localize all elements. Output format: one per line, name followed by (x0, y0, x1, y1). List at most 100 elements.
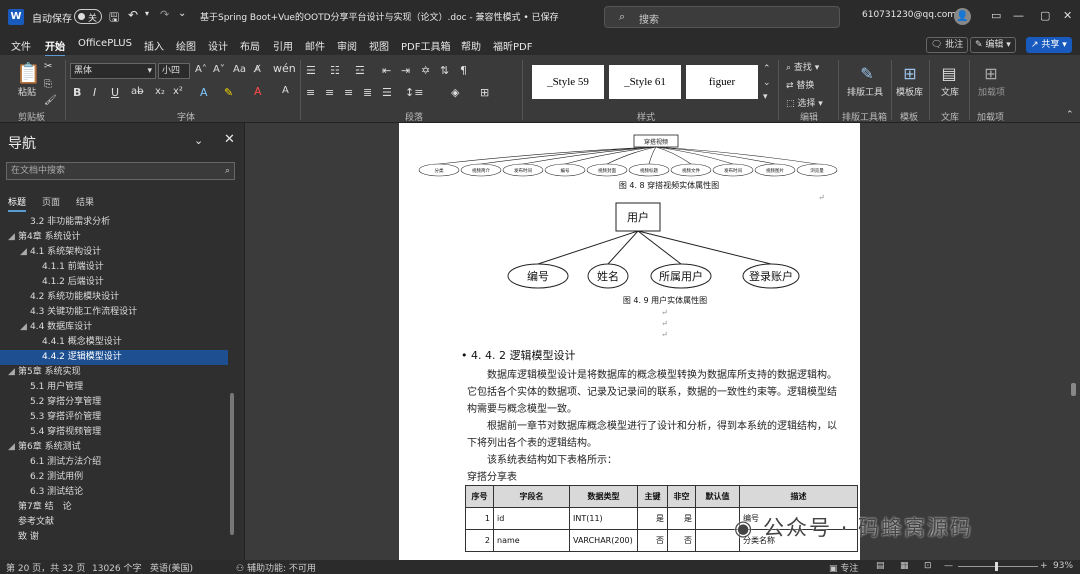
redo-icon[interactable]: ↷ (160, 8, 169, 21)
search-box[interactable]: ⌕ 搜索 (604, 6, 840, 28)
nav-outline-item[interactable]: 4.1.1 前端设计 (0, 260, 228, 275)
collapse-triangle-icon[interactable]: ◢ (8, 440, 18, 455)
tab-pdf-toolbox[interactable]: PDF工具箱 (401, 38, 450, 53)
word-count[interactable]: 13026 个字 (92, 561, 142, 574)
sort-icon[interactable]: ⇅ (440, 64, 449, 77)
nav-outline-item[interactable]: 5.2 穿搭分享管理 (0, 395, 228, 410)
show-marks-icon[interactable]: ¶ (460, 64, 467, 77)
nav-outline-item[interactable]: 6.2 测试用例 (0, 470, 228, 485)
library-button[interactable]: 文库 (941, 85, 959, 98)
zoom-slider-thumb[interactable] (995, 562, 998, 571)
numbering-icon[interactable]: ☷ (330, 64, 340, 77)
autosave-toggle[interactable]: 关 (74, 9, 102, 24)
cut-icon[interactable]: ✂ (44, 61, 52, 72)
focus-button[interactable]: ▣ 专注 (829, 561, 858, 574)
minimize-icon[interactable]: — (1013, 9, 1024, 22)
tab-insert[interactable]: 插入 (144, 38, 164, 53)
close-icon[interactable]: ✕ (224, 132, 235, 147)
tab-view[interactable]: 视图 (369, 38, 389, 53)
font-size-combo[interactable]: 小四 (158, 63, 190, 79)
nav-outline-item[interactable]: 4.2 系统功能模块设计 (0, 290, 228, 305)
tab-home[interactable]: 开始 (45, 38, 65, 57)
replace-button[interactable]: ⇄ 替换 (786, 78, 814, 91)
subscript-icon[interactable]: x₂ (155, 86, 165, 97)
template-library-icon[interactable]: ⊞ (899, 64, 921, 84)
template-library-button[interactable]: 模板库 (896, 85, 923, 98)
underline-icon[interactable]: U (111, 86, 119, 99)
nav-search-input[interactable]: 在文档中搜索 ⌕ (6, 162, 235, 180)
nav-outline-item[interactable]: 参考文献 (0, 515, 228, 530)
style-item-61[interactable]: _Style 61 (609, 65, 681, 99)
grow-font-icon[interactable]: A˄ (195, 64, 207, 75)
change-case-icon[interactable]: Aa (233, 64, 246, 75)
decrease-indent-icon[interactable]: ⇤ (382, 64, 391, 77)
nav-outline-item[interactable]: ◢ 4.4 数据库设计 (0, 320, 228, 335)
borders-icon[interactable]: ⊞ (480, 86, 489, 99)
addins-button[interactable]: 加载项 (978, 85, 1005, 98)
tab-foxit-pdf[interactable]: 福昕PDF (493, 38, 532, 53)
editing-mode-button[interactable]: ✎ 编辑 ▾ (970, 37, 1016, 53)
styles-scroll-up-icon[interactable]: ⌃ (763, 64, 771, 74)
undo-dropdown-icon[interactable]: ▾ (145, 9, 149, 18)
tab-mailings[interactable]: 邮件 (305, 38, 325, 53)
nav-outline-item[interactable]: ◢ 第6章 系统测试 (0, 440, 228, 455)
tab-design[interactable]: 设计 (208, 38, 228, 53)
align-center-icon[interactable]: ≡ (325, 86, 334, 99)
find-button[interactable]: ⌕ 查找 ▾ (786, 60, 819, 73)
styles-more-icon[interactable]: ▾ (763, 92, 768, 102)
ribbon-display-icon[interactable]: ▭ (991, 9, 1001, 22)
addins-icon[interactable]: ⊞ (980, 64, 1002, 84)
phonetic-icon[interactable]: wén (273, 62, 296, 75)
text-effects-icon[interactable]: A (200, 86, 208, 99)
paste-icon[interactable]: 📋 (16, 61, 41, 85)
line-spacing-icon[interactable]: ↕≡ (405, 86, 423, 99)
maximize-icon[interactable]: ▢ (1040, 9, 1050, 22)
avatar[interactable]: 👤 (954, 8, 971, 25)
bullets-icon[interactable]: ☰ (306, 64, 316, 77)
collapse-ribbon-icon[interactable]: ⌃ (1066, 110, 1074, 120)
align-right-icon[interactable]: ≡ (344, 86, 353, 99)
language-status[interactable]: 英语(美国) (150, 561, 193, 574)
collapse-triangle-icon[interactable]: ◢ (20, 245, 30, 260)
tab-help[interactable]: 帮助 (461, 38, 481, 53)
clear-format-icon[interactable]: A̸ (254, 64, 261, 75)
tab-review[interactable]: 审阅 (337, 38, 357, 53)
font-color-icon[interactable]: A (254, 85, 262, 98)
nav-outline-item[interactable]: ◢ 第4章 系统设计 (0, 230, 228, 245)
page-count[interactable]: 第 20 页，共 32 页 (6, 561, 85, 574)
select-button[interactable]: ⬚ 选择 ▾ (786, 96, 823, 109)
chinese-layout-icon[interactable]: ✡ (421, 64, 430, 77)
nav-outline-item[interactable]: 5.4 穿搭视频管理 (0, 425, 228, 440)
nav-outline-item[interactable]: 6.1 测试方法介绍 (0, 455, 228, 470)
format-painter-icon[interactable]: 🖌 (44, 95, 57, 106)
comments-button[interactable]: 🗨 批注 (926, 37, 969, 53)
nav-outline-item[interactable]: 致 谢 (0, 530, 228, 545)
paste-label[interactable]: 粘贴 (18, 85, 36, 98)
nav-outline-item[interactable]: 3.2 非功能需求分析 (0, 215, 228, 230)
copy-icon[interactable]: ⎘ (44, 79, 52, 90)
increase-indent-icon[interactable]: ⇥ (401, 64, 410, 77)
collapse-triangle-icon[interactable]: ◢ (8, 230, 18, 245)
zoom-level[interactable]: 93% (1053, 561, 1073, 571)
shrink-font-icon[interactable]: A˅ (213, 64, 225, 75)
layout-tool-button[interactable]: 排版工具 (847, 85, 883, 98)
nav-outline-item[interactable]: 4.4.2 逻辑模型设计 (0, 350, 228, 365)
italic-icon[interactable]: I (93, 86, 96, 99)
document-page[interactable]: 穿搭视频 分类 视频简介 发布时间 编号 视频封面 视频标题 视频文件 发布时间 视频图片 浏览量… (399, 123, 860, 560)
distributed-icon[interactable]: ☰ (382, 86, 392, 99)
tab-file[interactable]: 文件 (11, 38, 31, 53)
tab-draw[interactable]: 绘图 (176, 38, 196, 53)
tab-officeplus[interactable]: OfficePLUS (78, 38, 132, 49)
superscript-icon[interactable]: x² (173, 86, 183, 97)
undo-icon[interactable]: ↶ (128, 8, 138, 22)
customize-qat-icon[interactable]: ⌄ (178, 8, 186, 19)
save-icon[interactable]: 🖫 (109, 8, 119, 29)
tab-layout[interactable]: 布局 (240, 38, 260, 53)
nav-outline-item[interactable]: ◢ 4.1 系统架构设计 (0, 245, 228, 260)
nav-outline-item[interactable]: 6.3 测试结论 (0, 485, 228, 500)
styles-scroll-down-icon[interactable]: ⌄ (763, 78, 771, 88)
share-button[interactable]: ↗ 共享 ▾ (1026, 37, 1072, 53)
web-layout-icon[interactable]: ⊡ (924, 561, 932, 571)
nav-scrollbar[interactable] (230, 393, 234, 535)
document-scrollbar[interactable] (1071, 383, 1076, 396)
